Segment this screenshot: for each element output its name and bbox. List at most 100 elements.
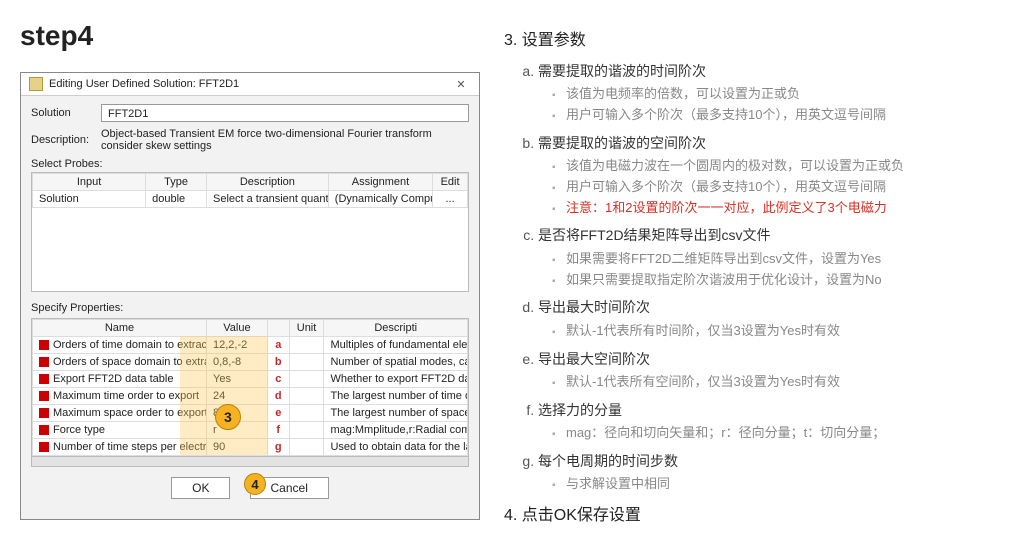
prop-desc: mag:Mmplitude,r:Radial component,t:T [324, 422, 468, 439]
note-sub: 默认-1代表所有空间阶，仅当3设置为Yes时有效 [552, 372, 994, 393]
prop-name: Orders of space domain to extract [33, 354, 207, 371]
note-item-heading: 需要提取的谐波的空间阶次 [538, 135, 706, 151]
ok-button[interactable]: OK [171, 477, 230, 499]
note-item: 导出最大时间阶次默认-1代表所有时间阶，仅当3设置为Yes时有效 [538, 296, 994, 341]
note-item: 是否将FFT2D结果矩阵导出到csv文件如果需要将FFT2D二维矩阵导出到csv… [538, 224, 994, 290]
prop-unit [289, 388, 324, 405]
prop-unit [289, 354, 324, 371]
specify-props-label: Specify Properties: [31, 302, 469, 314]
prop-desc: The largest number of time domain ord [324, 388, 468, 405]
note-sub: 用户可输入多个阶次（最多支持10个），用英文逗号间隔 [552, 177, 994, 198]
probes-input: Solution [33, 191, 146, 208]
dialog-window: Editing User Defined Solution: FFT2D1 ✕ … [20, 72, 480, 520]
note-item-heading: 选择力的分量 [538, 402, 622, 418]
table-row[interactable]: Force typerfmag:Mmplitude,r:Radial compo… [33, 422, 468, 439]
note-item: 需要提取的谐波的空间阶次该值为电磁力波在一个圆周内的极对数，可以设置为正或负用户… [538, 132, 994, 219]
note-item-heading: 导出最大空间阶次 [538, 351, 650, 367]
prop-letter: g [267, 439, 289, 456]
note-sub: mag：径向和切向矢量和；r：径向分量；t：切向分量； [552, 423, 994, 444]
props-h-desc: Descripti [324, 320, 468, 337]
probes-type: double [146, 191, 207, 208]
select-probes-label: Select Probes: [31, 158, 469, 170]
note-sub: 如果需要将FFT2D二维矩阵导出到csv文件，设置为Yes [552, 249, 994, 270]
prop-letter: e [267, 405, 289, 422]
props-grid: Name Value Unit Descripti Orders of time… [31, 318, 469, 457]
description-label: Description: [31, 134, 101, 146]
note-sub: 注意：1和2设置的阶次一一对应，此例定义了3个电磁力 [552, 198, 994, 219]
note-sub: 默认-1代表所有时间阶，仅当3设置为Yes时有效 [552, 321, 994, 342]
table-row[interactable]: Number of time steps per electrical cycl… [33, 439, 468, 456]
table-row[interactable]: Orders of space domain to extract0,8,-8b… [33, 354, 468, 371]
note-sub: 与求解设置中相同 [552, 474, 994, 495]
solution-input[interactable]: FFT2D1 [101, 104, 469, 122]
prop-name: Maximum space order to export [33, 405, 207, 422]
props-h-unit: Unit [289, 320, 324, 337]
props-h-blank [267, 320, 289, 337]
prop-unit [289, 371, 324, 388]
probes-h-input: Input [33, 174, 146, 191]
probes-grid: Input Type Description Assignment Edit S… [31, 172, 469, 292]
prop-value[interactable]: 90 [207, 439, 268, 456]
prop-letter: f [267, 422, 289, 439]
probes-h-type: Type [146, 174, 207, 191]
props-h-name: Name [33, 320, 207, 337]
h-scrollbar[interactable] [31, 457, 469, 467]
note-sub: 用户可输入多个阶次（最多支持10个），用英文逗号间隔 [552, 105, 994, 126]
note-item: 导出最大空间阶次默认-1代表所有空间阶，仅当3设置为Yes时有效 [538, 348, 994, 393]
app-icon [29, 77, 43, 91]
table-row[interactable]: Orders of time domain to extract12,2,-2a… [33, 337, 468, 354]
probes-edit-button[interactable]: ... [433, 191, 468, 208]
probes-h-edit: Edit [433, 174, 468, 191]
prop-unit [289, 422, 324, 439]
close-icon[interactable]: ✕ [451, 78, 471, 91]
props-h-value: Value [207, 320, 268, 337]
prop-letter: a [267, 337, 289, 354]
notes-heading-3: 3. 设置参数 [504, 28, 994, 54]
prop-letter: d [267, 388, 289, 405]
note-sub: 该值为电磁力波在一个圆周内的极对数，可以设置为正或负 [552, 156, 994, 177]
probes-assign: (Dynamically Computed) [328, 191, 432, 208]
note-item-heading: 每个电周期的时间步数 [538, 453, 678, 469]
table-row[interactable]: Export FFT2D data tableYesc Whether to ex… [33, 371, 468, 388]
prop-value[interactable]: 12,2,-2 [207, 337, 268, 354]
solution-label: Solution [31, 107, 101, 119]
prop-desc: Whether to export FFT2D data table to [324, 371, 468, 388]
table-row[interactable]: Maximum time order to export24d The large… [33, 388, 468, 405]
note-item: 选择力的分量 mag：径向和切向矢量和；r：径向分量；t：切向分量； [538, 399, 994, 444]
table-row[interactable]: Maximum space order to export8eThe large… [33, 405, 468, 422]
callout-4: 4 [244, 473, 266, 495]
prop-name: Export FFT2D data table [33, 371, 207, 388]
prop-value[interactable]: 0,8,-8 [207, 354, 268, 371]
prop-letter: c [267, 371, 289, 388]
note-item-heading: 需要提取的谐波的时间阶次 [538, 63, 706, 79]
note-sub: 该值为电频率的倍数，可以设置为正或负 [552, 84, 994, 105]
prop-desc: The largest number of space domain or [324, 405, 468, 422]
table-row[interactable]: Solution double Select a transient quant… [33, 191, 468, 208]
note-sub: 如果只需要提取指定阶次谐波用于优化设计，设置为No [552, 270, 994, 291]
probes-h-assign: Assignment [328, 174, 432, 191]
prop-desc: Used to obtain data for the last electri… [324, 439, 468, 456]
prop-unit [289, 439, 324, 456]
description-text: Object-based Transient EM force two-dime… [101, 128, 469, 152]
prop-name: Orders of time domain to extract [33, 337, 207, 354]
prop-value[interactable]: 24 [207, 388, 268, 405]
prop-desc: Multiples of fundamental electric freque [324, 337, 468, 354]
step-title: step4 [20, 20, 480, 52]
notes-heading-4: 4. 点击OK保存设置 [504, 503, 994, 529]
prop-value[interactable]: Yes [207, 371, 268, 388]
note-item-heading: 是否将FFT2D结果矩阵导出到csv文件 [538, 227, 771, 243]
prop-unit [289, 405, 324, 422]
prop-name: Force type [33, 422, 207, 439]
note-item-heading: 导出最大时间阶次 [538, 299, 650, 315]
notes-panel: 3. 设置参数 需要提取的谐波的时间阶次该值为电频率的倍数，可以设置为正或负用户… [504, 20, 994, 529]
prop-desc: Number of spatial modes, can be positi [324, 354, 468, 371]
note-item: 每个电周期的时间步数与求解设置中相同 [538, 450, 994, 495]
note-item: 需要提取的谐波的时间阶次该值为电频率的倍数，可以设置为正或负用户可输入多个阶次（… [538, 60, 994, 126]
titlebar: Editing User Defined Solution: FFT2D1 ✕ [21, 73, 479, 96]
probes-desc: Select a transient quantity [206, 191, 328, 208]
prop-name: Number of time steps per electrical cycl… [33, 439, 207, 456]
dialog-title: Editing User Defined Solution: FFT2D1 [49, 78, 451, 90]
prop-letter: b [267, 354, 289, 371]
probes-h-desc: Description [206, 174, 328, 191]
prop-name: Maximum time order to export [33, 388, 207, 405]
